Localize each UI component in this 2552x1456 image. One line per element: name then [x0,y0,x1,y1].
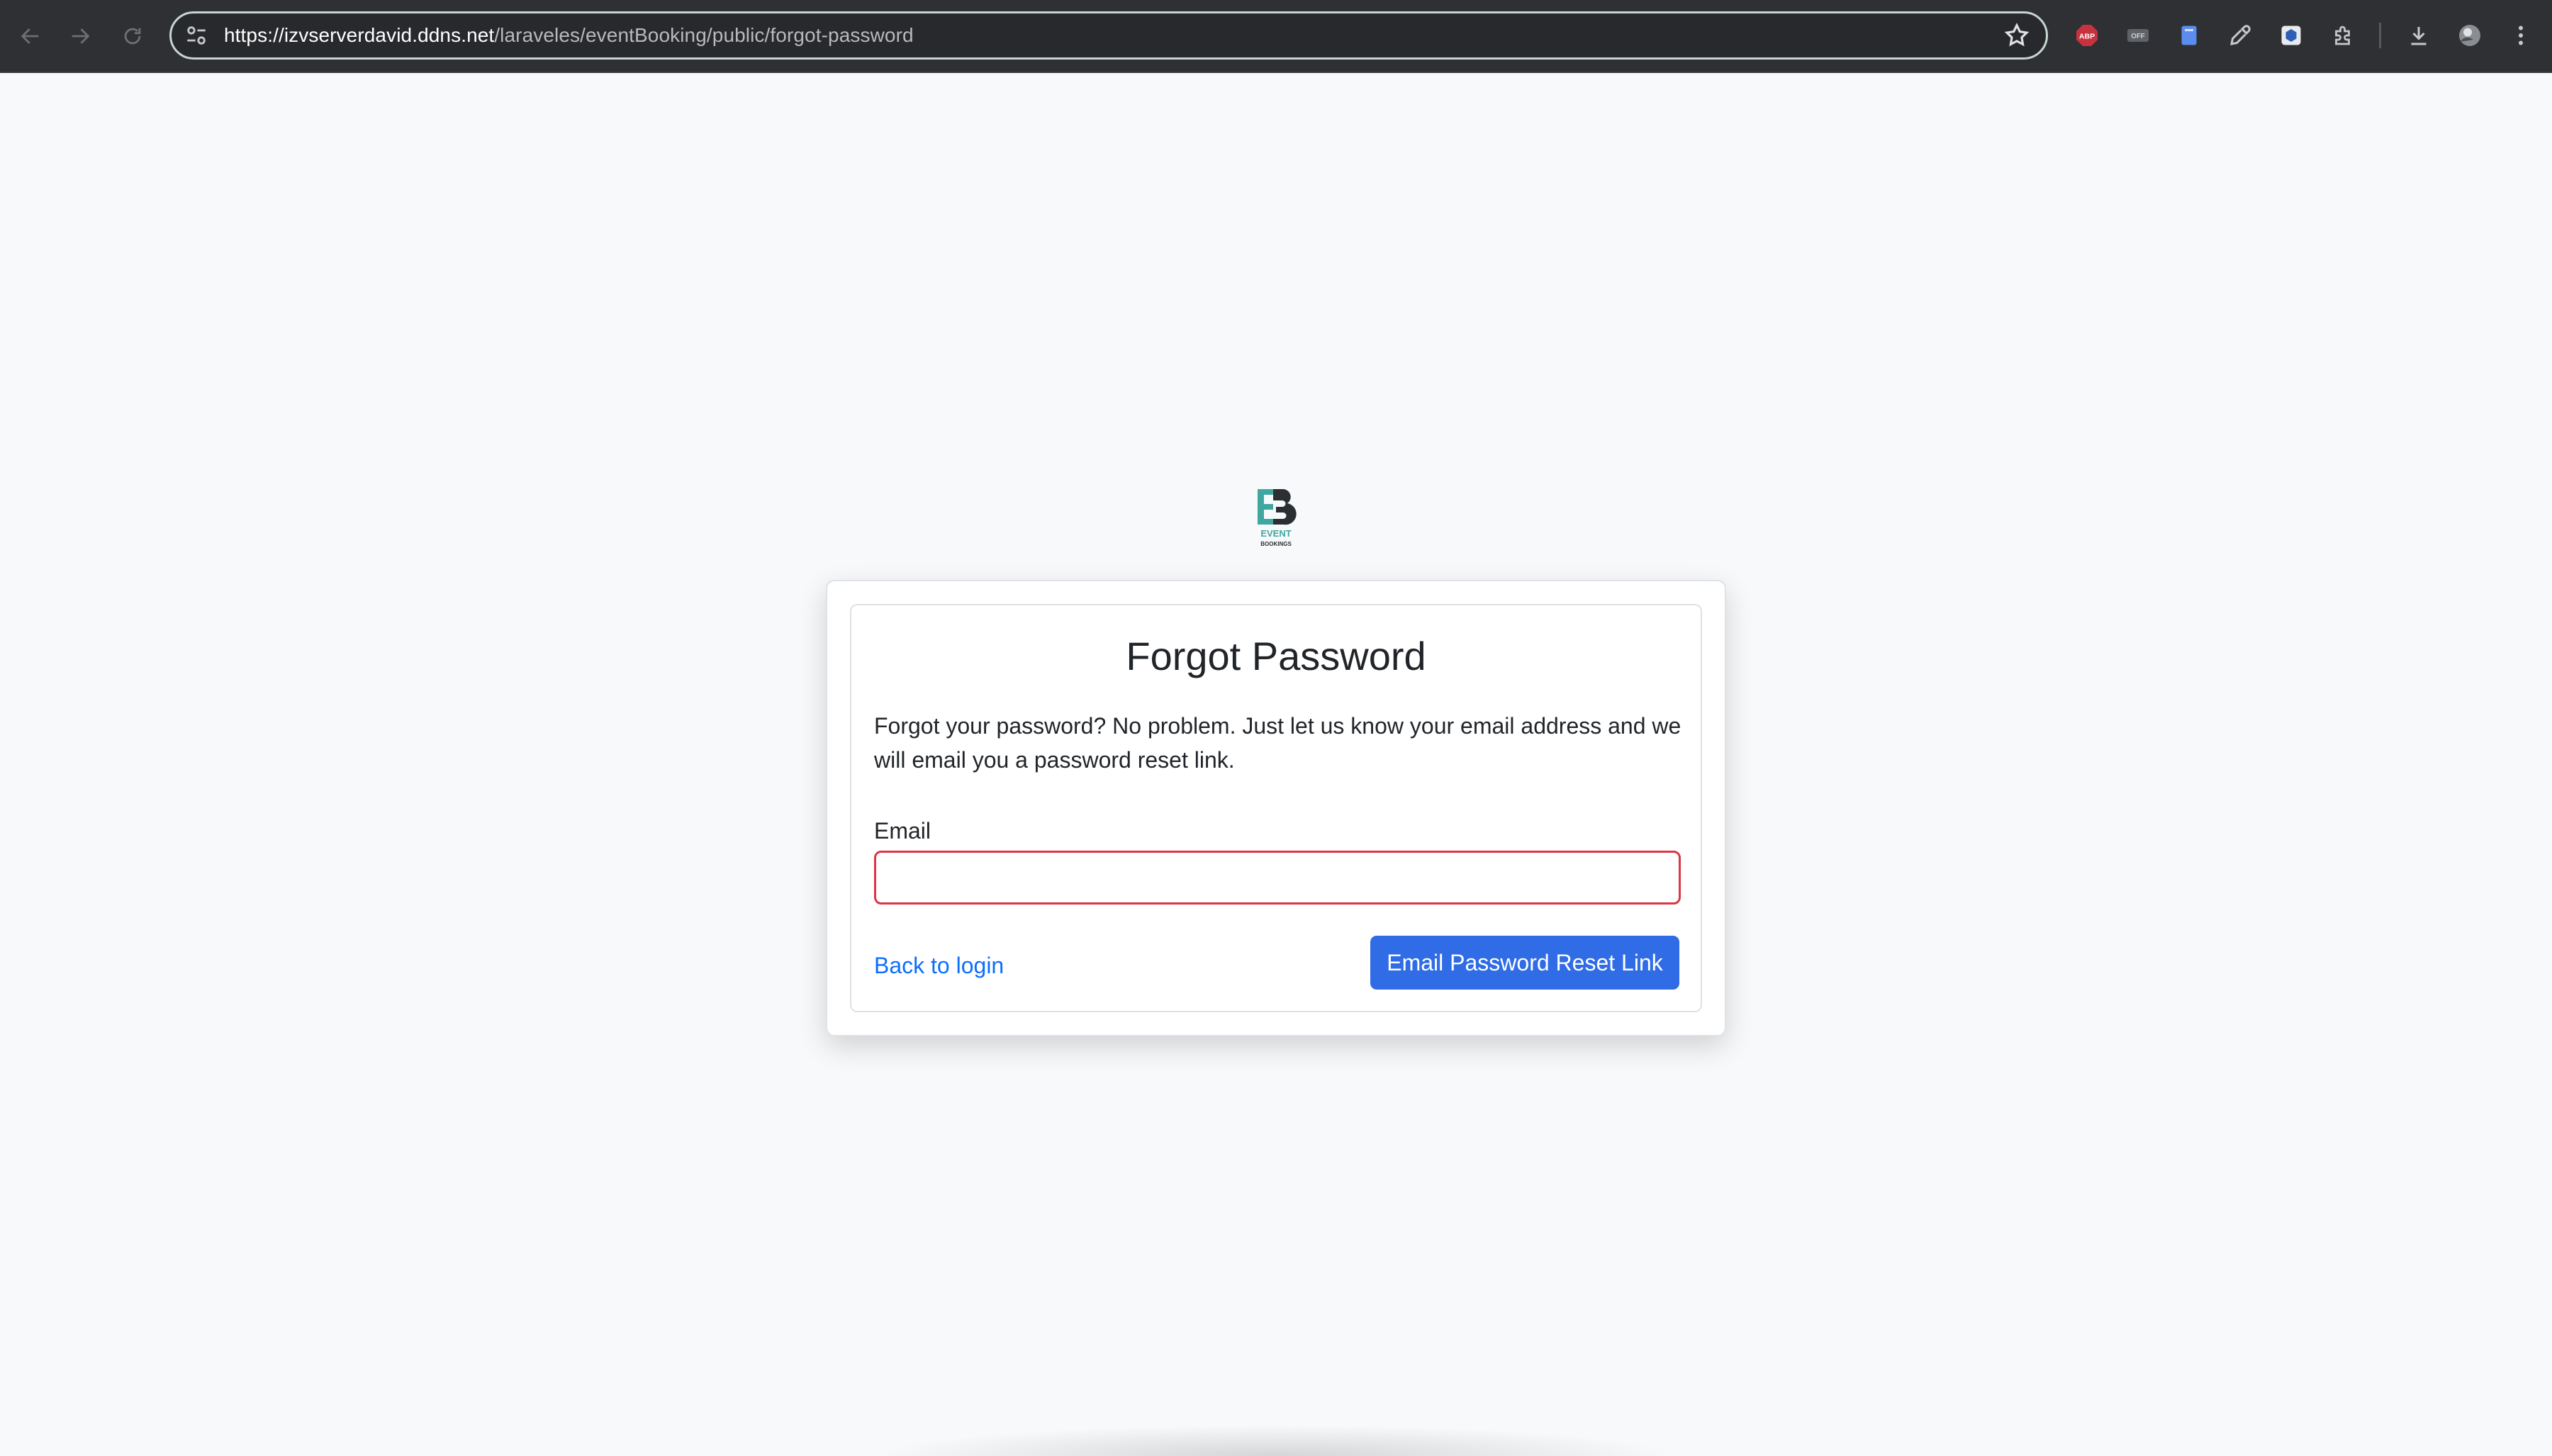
download-icon[interactable] [2405,21,2433,50]
notes-extension-icon[interactable] [2175,21,2203,50]
reload-icon[interactable] [113,17,152,55]
site-settings-icon[interactable] [184,23,208,47]
bookmark-star-icon[interactable] [2003,22,2030,49]
profile-avatar-icon[interactable] [2456,21,2484,50]
back-to-login-link[interactable]: Back to login [874,950,1004,981]
box-extension-icon[interactable] [2277,21,2305,50]
eyedropper-icon[interactable] [2226,21,2254,50]
url-text[interactable]: https://izvserverdavid.ddns.net/laravele… [224,13,914,57]
url-host: https://izvserverdavid.ddns.net [224,24,495,46]
email-label: Email [874,818,931,844]
address-bar[interactable]: https://izvserverdavid.ddns.net/laravele… [169,11,2048,60]
logo-line-2: BOOKINGS [1260,541,1292,547]
back-arrow-icon[interactable] [11,17,50,55]
forward-arrow-icon[interactable] [61,17,99,55]
instructions-text: Forgot your password? No problem. Just l… [874,713,1681,773]
toolbar-separator [2379,23,2381,48]
forgot-password-form: Forgot Password Forgot your password? No… [850,604,1702,1012]
url-path: /laraveles/eventBooking/public/forgot-pa… [494,24,914,46]
browser-toolbar: https://izvserverdavid.ddns.net/laravele… [0,0,2552,73]
logo-line-1: EVENT [1260,528,1291,539]
page-title: Forgot Password [1126,634,1426,678]
puzzle-extensions-icon[interactable] [2329,21,2358,50]
kebab-menu-icon[interactable] [2507,21,2535,50]
adblock-label: ABP [2079,33,2095,41]
adblock-icon[interactable]: ABP [2073,21,2101,50]
off-toggle-label: OFF [2131,33,2145,40]
email-reset-link-button[interactable]: Email Password Reset Link [1370,936,1679,990]
bottom-shadow [872,1425,1680,1456]
forgot-password-card: Forgot Password Forgot your password? No… [826,580,1726,1036]
event-bookings-logo[interactable]: EVENT BOOKINGS [1252,486,1300,550]
email-input[interactable] [874,851,1681,905]
off-toggle-extension-icon[interactable]: OFF [2124,21,2152,50]
